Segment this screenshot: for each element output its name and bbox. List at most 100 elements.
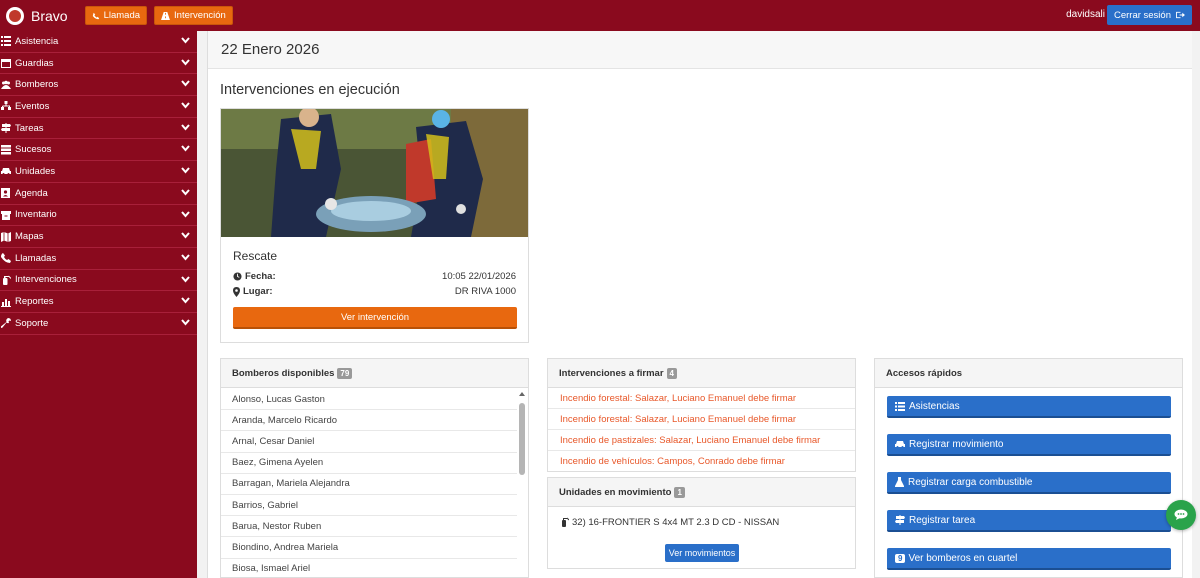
bomberos-count-badge: 79 (337, 367, 353, 379)
bomberos-panel: Bomberos disponibles 79 Alonso, Lucas Ga… (220, 358, 529, 578)
car-icon (895, 441, 905, 448)
users-icon (1, 80, 11, 90)
ver-intervencion-button[interactable]: Ver intervención (233, 307, 517, 329)
asistencias-button[interactable]: Asistencias (887, 396, 1171, 418)
sidebar-item-sucesos[interactable]: Sucesos (0, 139, 197, 162)
registrar-movimiento-label: Registrar movimiento (909, 438, 1004, 450)
unit-item: 32) 16-FRONTIER S 4x4 MT 2.3 D CD - NISS… (548, 507, 855, 537)
page-date: 22 Enero 2026 (208, 31, 1192, 69)
sidebar-item-label: Reportes (15, 296, 54, 308)
wrench-icon (1, 318, 11, 329)
bomberos-title: Bomberos disponibles (232, 367, 335, 379)
registrar-carga-label: Registrar carga combustible (908, 476, 1033, 488)
registrar-movimiento-button[interactable]: Registrar movimiento (887, 434, 1171, 456)
sidebar-item-soporte[interactable]: Soporte (0, 313, 197, 335)
phone-icon (1, 253, 11, 264)
chevron-down-icon (181, 37, 190, 44)
scroll-up-icon[interactable] (518, 391, 526, 397)
road-icon (161, 11, 170, 20)
registrar-carga-button[interactable]: Registrar carga combustible (887, 472, 1171, 494)
sidebar-item-label: Sucesos (15, 144, 52, 156)
scroll-thumb[interactable] (519, 403, 525, 475)
firmar-link[interactable]: Incendio de vehículos: Campos, Conrado d… (548, 451, 855, 472)
chevron-down-icon (181, 297, 190, 304)
chevron-down-icon (181, 102, 190, 109)
sidebar-item-unidades[interactable]: Unidades (0, 161, 197, 183)
list-item: Biondino, Andrea Mariela (221, 537, 517, 559)
list-item: Barua, Nestor Ruben (221, 516, 517, 538)
sidebar-item-bomberos[interactable]: Bomberos (0, 74, 197, 97)
firmar-title: Intervenciones a firmar (559, 367, 664, 379)
accesos-title: Accesos rápidos (886, 367, 963, 379)
sidebar-item-agenda[interactable]: Agenda (0, 183, 197, 205)
box-icon (1, 210, 11, 220)
sidebar-item-tareas[interactable]: Tareas (0, 118, 197, 140)
unidades-count-badge: 1 (674, 486, 685, 498)
chevron-down-icon (181, 210, 190, 218)
chevron-down-icon (181, 80, 190, 87)
sidebar-item-label: Llamadas (15, 252, 57, 264)
main-content: 22 Enero 2026 Intervenciones en ejecució… (207, 31, 1192, 578)
list-item: Baez, Gimena Ayelen (221, 453, 517, 474)
clock-icon (233, 272, 242, 281)
unidades-panel-header: Unidades en movimiento 1 (548, 478, 855, 507)
sidebar-item-label: Bomberos (15, 79, 59, 91)
list-icon (1, 36, 11, 47)
firmar-panel: Intervenciones a firmar 4 Incendio fores… (547, 358, 856, 472)
llamada-label: Llamada (103, 10, 141, 21)
chevron-down-icon (181, 124, 190, 131)
sidebar-item-label: Eventos (15, 100, 50, 112)
intervencion-button[interactable]: Intervención (154, 6, 233, 25)
sidebar-item-asistencia[interactable]: Asistencia (0, 31, 197, 53)
sidebar-item-label: Asistencia (15, 35, 59, 47)
bomberos-scrollbar[interactable] (518, 391, 526, 577)
map-marker-icon (233, 286, 240, 297)
extinguisher-icon (562, 517, 569, 527)
registrar-tarea-label: Registrar tarea (909, 514, 976, 526)
chat-button[interactable] (1166, 500, 1196, 530)
accesos-panel-header: Accesos rápidos (875, 359, 1182, 388)
llamada-button[interactable]: Llamada (84, 6, 148, 25)
sidebar-item-llamadas[interactable]: Llamadas (0, 248, 197, 270)
list-item: Barrios, Gabriel (221, 495, 517, 517)
brand[interactable]: Bravo (6, 6, 68, 25)
logout-button[interactable]: Cerrar sesión (1106, 5, 1192, 25)
username[interactable]: davidsali (1066, 9, 1105, 20)
asistencias-label: Asistencias (909, 400, 960, 412)
sidebar-item-reportes[interactable]: Reportes (0, 291, 197, 313)
sidebar-item-eventos[interactable]: Eventos (0, 96, 197, 118)
firmar-link[interactable]: Incendio forestal: Salazar, Luciano Eman… (548, 388, 855, 409)
firmar-panel-header: Intervenciones a firmar 4 (548, 359, 855, 388)
lugar-label: Lugar: (233, 286, 273, 297)
phone-icon (92, 12, 99, 19)
sidebar-item-label: Agenda (15, 187, 48, 199)
firmar-link[interactable]: Incendio de pastizales: Salazar, Luciano… (548, 430, 855, 451)
sidebar-item-guardias[interactable]: Guardias (0, 53, 197, 75)
chevron-down-icon (181, 145, 190, 152)
signpost-icon (895, 515, 905, 525)
ver-movimientos-button[interactable]: Ver movimientos (665, 544, 739, 562)
sidebar-item-intervenciones[interactable]: Intervenciones (0, 270, 197, 292)
stack-icon (1, 144, 11, 155)
firmar-link[interactable]: Incendio forestal: Salazar, Luciano Eman… (548, 409, 855, 430)
map-icon (1, 231, 11, 242)
bomberos-panel-header: Bomberos disponibles 79 (221, 359, 528, 388)
bomberos-cuartel-badge: 9 (895, 553, 906, 563)
fecha-label-text: Fecha: (245, 271, 276, 282)
sidebar-item-label: Mapas (15, 231, 44, 243)
ver-bomberos-cuartel-button[interactable]: 9 Ver bomberos en cuartel (887, 548, 1171, 570)
sidebar-item-label: Guardias (15, 57, 54, 69)
bomberos-list[interactable]: Alonso, Lucas Gaston Aranda, Marcelo Rica… (221, 389, 517, 577)
sidebar-item-label: Tareas (15, 122, 44, 134)
list-icon (895, 401, 905, 411)
sidebar-item-inventario[interactable]: Inventario (0, 205, 197, 227)
accesos-panel: Accesos rápidos Asistencias Registrar mo… (874, 358, 1183, 578)
registrar-tarea-button[interactable]: Registrar tarea (887, 510, 1171, 532)
list-item: Alonso, Lucas Gaston (221, 389, 517, 411)
sidebar-item-mapas[interactable]: Mapas (0, 226, 197, 248)
list-item: Arnal, Cesar Daniel (221, 431, 517, 453)
brand-logo-icon (6, 6, 24, 25)
sidebar-item-label: Intervenciones (15, 274, 77, 286)
list-item: Aranda, Marcelo Ricardo (221, 410, 517, 432)
chevron-down-icon (181, 319, 190, 326)
